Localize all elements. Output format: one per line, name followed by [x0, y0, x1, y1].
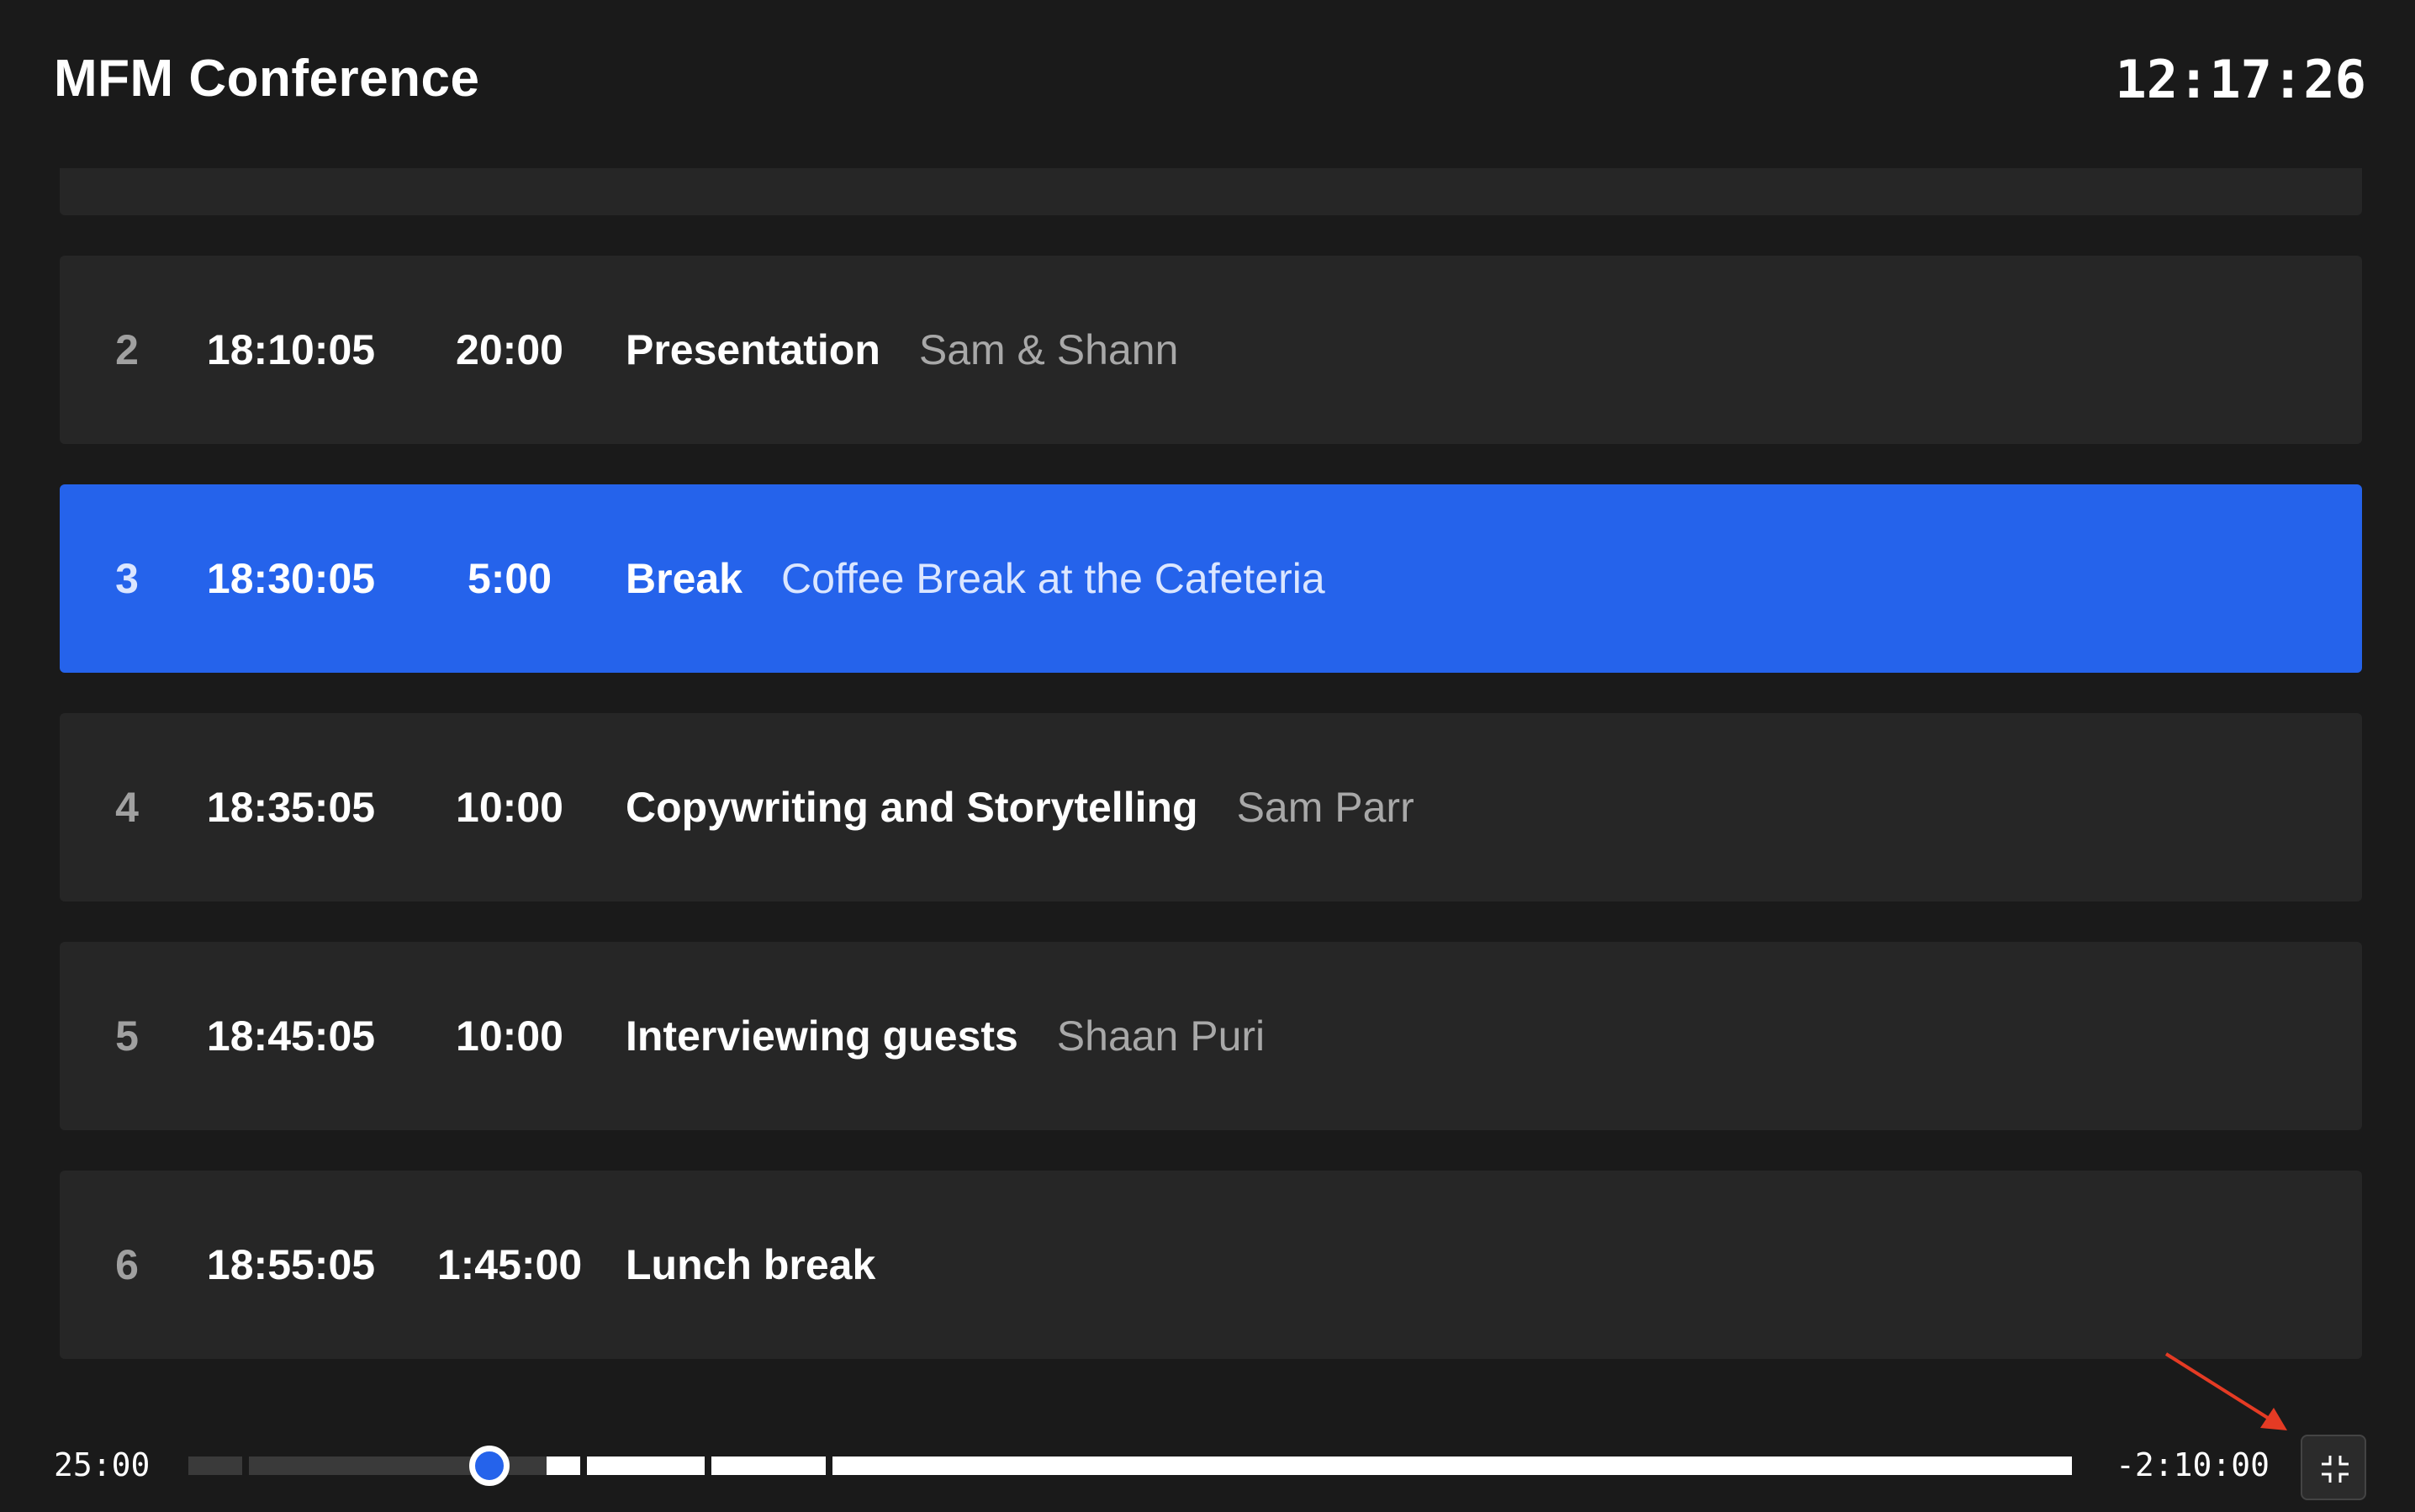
row-title: Lunch break [626, 1241, 876, 1288]
row-title: Interviewing guests [626, 1012, 1018, 1060]
exit-fullscreen-button[interactable] [2301, 1435, 2366, 1500]
row-title: Break [626, 555, 742, 602]
annotation-arrow [2164, 1352, 2287, 1430]
header: MFM Conference 12:17:26 [0, 0, 2415, 164]
row-description: Interviewing guests Shaan Puri [626, 942, 1265, 1130]
timeline-progress[interactable] [188, 1446, 2072, 1486]
timeline-segment [587, 1456, 705, 1475]
row-title: Copywriting and Storytelling [626, 784, 1198, 831]
row-number: 2 [115, 326, 139, 373]
row-number: 6 [115, 1241, 139, 1288]
row-description: Break Coffee Break at the Cafeteria [626, 484, 1325, 673]
schedule-row-active[interactable]: 3 18:30:05 5:00 Break Coffee Break at the… [60, 484, 2362, 673]
row-description: Copywriting and Storytelling Sam Parr [626, 713, 1414, 901]
row-subtitle: Shaan Puri [1056, 1012, 1266, 1060]
row-description: Lunch break [626, 1171, 914, 1359]
schedule-row[interactable]: 5 18:45:05 10:00 Interviewing guests Shaa… [60, 942, 2362, 1130]
row-subtitle: Coffee Break at the Cafeteria [781, 555, 1325, 602]
exit-fullscreen-icon [2322, 1456, 2349, 1483]
row-duration: 10:00 [456, 784, 563, 831]
row-description: Presentation Sam & Shann [626, 256, 1178, 444]
remaining-time: -2:10:00 [2116, 1446, 2270, 1483]
row-duration: 5:00 [467, 555, 552, 602]
timeline-segment [547, 1456, 580, 1475]
row-start-time: 18:35:05 [206, 784, 376, 831]
schedule-row[interactable]: 6 18:55:05 1:45:00 Lunch break [60, 1171, 2362, 1359]
timeline-segment [711, 1456, 826, 1475]
row-start-time: 18:45:05 [206, 1012, 376, 1060]
row-start-time: 18:30:05 [206, 555, 376, 602]
elapsed-time: 25:00 [54, 1446, 151, 1483]
row-duration: 10:00 [456, 1012, 563, 1060]
row-duration: 20:00 [456, 326, 563, 373]
playback-footer: 25:00 -2:10:00 [0, 1421, 2415, 1512]
timeline-playhead[interactable] [469, 1446, 510, 1486]
row-subtitle: Sam Parr [1236, 784, 1414, 831]
row-start-time: 18:55:05 [206, 1241, 376, 1288]
row-number: 3 [115, 555, 139, 602]
schedule-row-partial[interactable] [60, 168, 2362, 215]
timeline-segment [832, 1456, 2072, 1475]
row-title: Presentation [626, 326, 880, 373]
event-title: MFM Conference [54, 50, 480, 108]
schedule-row[interactable]: 2 18:10:05 20:00 Presentation Sam & Shann [60, 256, 2362, 444]
timeline-segment-done [188, 1456, 242, 1475]
row-start-time: 18:10:05 [206, 326, 376, 373]
schedule-row[interactable]: 4 18:35:05 10:00 Copywriting and Storyte… [60, 713, 2362, 901]
current-time-clock: 12:17:26 [2115, 49, 2366, 110]
row-subtitle: Sam & Shann [918, 326, 1179, 373]
row-number: 4 [115, 784, 139, 831]
row-number: 5 [115, 1012, 139, 1060]
row-duration: 1:45:00 [436, 1241, 583, 1288]
